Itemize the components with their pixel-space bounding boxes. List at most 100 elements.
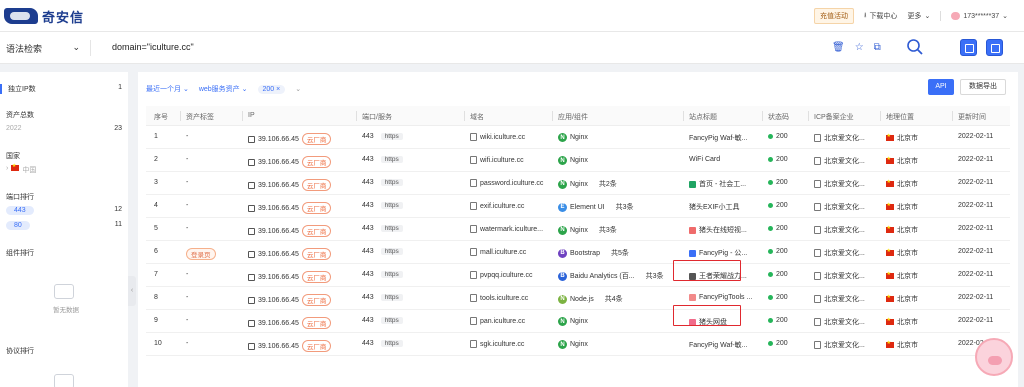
ip-cell[interactable]: 39.106.66.45 云厂商 xyxy=(248,294,332,306)
domain-link[interactable]: wiki.iculture.cc xyxy=(480,134,525,141)
column-header[interactable]: 域名 xyxy=(464,111,484,122)
history-button[interactable] xyxy=(986,39,1003,56)
ip-cell[interactable]: 39.106.66.45 云厂商 xyxy=(248,179,332,191)
table-row[interactable]: 4 - 39.106.66.45 云厂商 443 https exif.iculture.c… xyxy=(146,195,1010,218)
column-header[interactable]: IP xyxy=(242,111,255,121)
domain-link[interactable]: sgk.iculture.cc xyxy=(480,341,524,348)
domain-link[interactable]: watermark.iculture... xyxy=(480,226,543,233)
site-title-cell[interactable]: FancyPig Waf-敏... xyxy=(689,340,747,350)
user-menu[interactable]: 173******37 ⌄ xyxy=(951,12,1008,20)
app-more-count[interactable]: 共4条 xyxy=(605,294,623,304)
ip-cell[interactable]: 39.106.66.45 云厂商 xyxy=(248,340,332,352)
domain-link[interactable]: wifi.iculture.cc xyxy=(480,157,524,164)
app-name[interactable]: Nginx xyxy=(570,227,588,234)
column-header[interactable]: 站点标题 xyxy=(683,111,717,122)
more-menu[interactable]: 更多 ⌄ xyxy=(907,11,930,21)
app-name[interactable]: Nginx xyxy=(570,181,588,188)
app-name[interactable]: Nginx xyxy=(570,341,588,348)
country-row[interactable]: › 中国 xyxy=(6,163,122,175)
domain-cell[interactable]: mall.iculture.cc xyxy=(470,248,526,256)
table-row[interactable]: 1 - 39.106.66.45 云厂商 443 https wiki.iculture.c… xyxy=(146,126,1010,149)
table-row[interactable]: 7 - 39.106.66.45 云厂商 443 https pvpqq.iculture.… xyxy=(146,264,1010,287)
icp-company[interactable]: 北京爱文化... xyxy=(824,179,865,189)
search-mode-select[interactable]: 语法检索 ⌄ xyxy=(6,42,80,55)
domain-cell[interactable]: pan.iculture.cc xyxy=(470,317,525,325)
ip-address[interactable]: 39.106.66.45 xyxy=(258,343,299,350)
icp-company[interactable]: 北京爱文化... xyxy=(824,133,865,143)
time-filter[interactable]: 最近一个月 ⌄ xyxy=(146,84,189,94)
icp-company[interactable]: 北京爱文化... xyxy=(824,271,865,281)
ip-address[interactable]: 39.106.66.45 xyxy=(258,320,299,327)
domain-cell[interactable]: watermark.iculture... xyxy=(470,225,543,233)
asset-year-row[interactable]: 2022 23 xyxy=(6,125,122,132)
table-row[interactable]: 2 - 39.106.66.45 云厂商 443 https wifi.iculture.c… xyxy=(146,149,1010,172)
domain-cell[interactable]: sgk.iculture.cc xyxy=(470,340,524,348)
column-header[interactable]: 更新时间 xyxy=(952,111,986,122)
site-title-cell[interactable]: FancyPig - 公... xyxy=(689,248,747,258)
ip-address[interactable]: 39.106.66.45 xyxy=(258,159,299,166)
site-title-cell[interactable]: 猪头EXIF小工具 xyxy=(689,202,740,212)
site-title-cell[interactable]: 猪头在线短视... xyxy=(689,225,747,235)
ip-cell[interactable]: 39.106.66.45 云厂商 xyxy=(248,156,332,168)
app-more-count[interactable]: 共2条 xyxy=(599,179,617,189)
table-row[interactable]: 6 登录页 39.106.66.45 云厂商 443 https mall.iculture… xyxy=(146,241,1010,264)
ip-address[interactable]: 39.106.66.45 xyxy=(258,228,299,235)
app-more-count[interactable]: 共3条 xyxy=(599,225,617,235)
domain-cell[interactable]: wiki.iculture.cc xyxy=(470,133,525,141)
column-header[interactable]: 资产标签 xyxy=(180,111,214,122)
sidebar-item-ip-count[interactable]: 独立IP数 1 xyxy=(0,84,122,94)
trash-icon[interactable]: 🗑 xyxy=(832,42,845,53)
port-rank-item[interactable]: 80 11 xyxy=(6,221,122,230)
column-header[interactable]: 应用/组件 xyxy=(552,111,588,122)
icp-company[interactable]: 北京爱文化... xyxy=(824,340,865,350)
app-name[interactable]: Baidu Analytics (百... xyxy=(570,271,635,281)
site-title-cell[interactable]: WiFi Card xyxy=(689,156,720,163)
ip-cell[interactable]: 39.106.66.45 云厂商 xyxy=(248,225,332,237)
chevron-down-icon[interactable]: ⌄ xyxy=(295,85,301,93)
site-title-cell[interactable]: FancyPig Waf-敏... xyxy=(689,133,747,143)
ip-address[interactable]: 39.106.66.45 xyxy=(258,274,299,281)
column-header[interactable]: 地理位置 xyxy=(880,111,914,122)
domain-cell[interactable]: pvpqq.iculture.cc xyxy=(470,271,533,279)
search-input[interactable]: domain="iculture.cc" xyxy=(112,42,194,52)
ip-cell[interactable]: 39.106.66.45 云厂商 xyxy=(248,133,332,145)
ip-address[interactable]: 39.106.66.45 xyxy=(258,251,299,258)
icp-company[interactable]: 北京爱文化... xyxy=(824,156,865,166)
table-row[interactable]: 9 - 39.106.66.45 云厂商 443 https pan.iculture.cc… xyxy=(146,310,1010,333)
icp-company[interactable]: 北京爱文化... xyxy=(824,225,865,235)
table-row[interactable]: 10 - 39.106.66.45 云厂商 443 https sgk.iculture.c… xyxy=(146,333,1010,356)
column-header[interactable]: 端口/服务 xyxy=(356,111,392,122)
ip-cell[interactable]: 39.106.66.45 云厂商 xyxy=(248,202,332,214)
app-name[interactable]: Node.js xyxy=(570,296,594,303)
port-rank-item[interactable]: 443 12 xyxy=(6,206,122,215)
search-icon[interactable] xyxy=(906,38,924,56)
app-name[interactable]: Bootstrap xyxy=(570,250,600,257)
column-header[interactable]: 状态码 xyxy=(762,111,789,122)
icp-company[interactable]: 北京爱文化... xyxy=(824,248,865,258)
ip-address[interactable]: 39.106.66.45 xyxy=(258,182,299,189)
app-name[interactable]: Nginx xyxy=(570,157,588,164)
status-filter-chip[interactable]: 200 × xyxy=(257,84,286,94)
app-name[interactable]: Nginx xyxy=(570,318,588,325)
site-title-cell[interactable]: FancyPigTools ... xyxy=(689,294,752,301)
app-more-count[interactable]: 共5条 xyxy=(611,248,629,258)
export-button[interactable]: 数据导出 xyxy=(960,79,1006,95)
mascot-pig-icon[interactable] xyxy=(975,338,1013,376)
table-row[interactable]: 8 - 39.106.66.45 云厂商 443 https tools.iculture.… xyxy=(146,287,1010,310)
domain-link[interactable]: exif.iculture.cc xyxy=(480,203,524,210)
ip-address[interactable]: 39.106.66.45 xyxy=(258,205,299,212)
download-center-link[interactable]: ⭳ 下载中心 xyxy=(864,11,897,22)
copy-icon[interactable]: ⧉ xyxy=(874,42,881,53)
icp-company[interactable]: 北京爱文化... xyxy=(824,294,865,304)
icp-company[interactable]: 北京爱文化... xyxy=(824,317,865,327)
ip-address[interactable]: 39.106.66.45 xyxy=(258,136,299,143)
save-query-button[interactable] xyxy=(960,39,977,56)
promo-button[interactable]: 充值活动 xyxy=(813,8,854,24)
domain-cell[interactable]: exif.iculture.cc xyxy=(470,202,524,210)
ip-cell[interactable]: 39.106.66.45 云厂商 xyxy=(248,271,332,283)
app-more-count[interactable]: 共3条 xyxy=(616,202,634,212)
ip-address[interactable]: 39.106.66.45 xyxy=(258,297,299,304)
star-icon[interactable]: ☆ xyxy=(855,42,864,53)
table-row[interactable]: 5 - 39.106.66.45 云厂商 443 https watermark.icult… xyxy=(146,218,1010,241)
brand-logo[interactable]: 奇安信 xyxy=(4,6,84,26)
